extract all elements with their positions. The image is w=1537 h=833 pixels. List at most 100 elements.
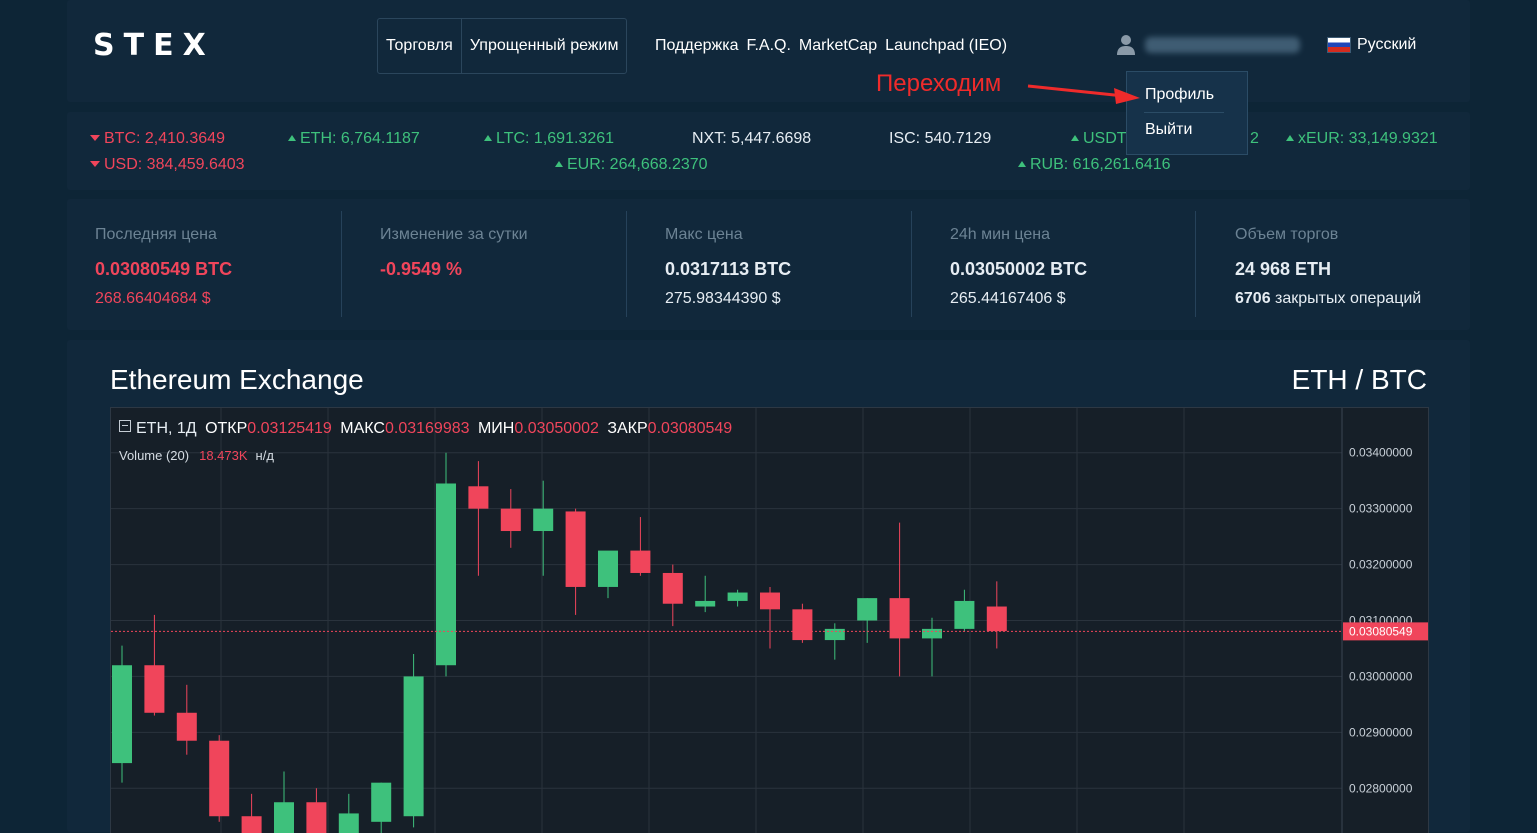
price-axis-tick-label: 0.03200000 [1349, 558, 1413, 572]
candle-body [371, 782, 392, 822]
price-axis-tick-label: 0.02900000 [1349, 725, 1413, 739]
nav-simplified-mode[interactable]: Упрощенный режим [460, 19, 627, 73]
candle-body [176, 712, 197, 741]
ticker-btc[interactable]: BTC: 2,410.3649 [90, 130, 225, 148]
stat-subvalue: 268.66404684 $ [95, 290, 211, 307]
candle-body [209, 740, 230, 817]
volume-legend: Volume (20) 18.473K н/д [119, 448, 274, 463]
stat-value: 0.03080549 BTC [95, 259, 233, 279]
candlestick-chart[interactable]: ETH, 1Д ОТКР0.03125419 МАКС0.03169983 МИ… [110, 407, 1429, 833]
ticker-usd[interactable]: USD: 384,459.6403 [90, 156, 245, 174]
candle-body [403, 676, 424, 817]
arrow-down-icon [90, 135, 100, 141]
stat-divider [341, 211, 342, 317]
currency-ticker: BTC: 2,410.3649 USD: 384,459.6403 ETH: 6… [67, 112, 1470, 190]
nav-launchpad[interactable]: Launchpad (IEO) [885, 18, 1007, 74]
stat-label: Последняя цена [95, 226, 217, 243]
candle-body [630, 550, 651, 573]
ticker-isc[interactable]: ISC: 540.7129 [889, 130, 991, 148]
russian-flag-icon [1327, 37, 1351, 53]
stat-value: -0.9549 % [380, 259, 463, 279]
candle-body [338, 813, 359, 833]
open-value: 0.03125419 [247, 420, 332, 437]
candle-body [889, 598, 910, 639]
stat-label: 24h мин цена [950, 226, 1050, 243]
price-axis-tick-label: 0.02800000 [1349, 781, 1413, 795]
close-label: ЗАКР [607, 420, 648, 437]
candle-body [695, 600, 716, 607]
candle-body [954, 600, 975, 629]
nav-links: Поддержка F.A.Q. MarketCap Launchpad (IE… [655, 18, 1015, 74]
price-axis-tick-label: 0.03300000 [1349, 502, 1413, 516]
nav-faq[interactable]: F.A.Q. [746, 18, 790, 74]
stat-max-price: Макс цена 0.0317113 BTC 275.98344390 $ [637, 199, 911, 330]
panel-title: Ethereum Exchange [110, 364, 364, 395]
collapse-legend-icon[interactable] [119, 420, 131, 432]
candle-body [274, 802, 294, 833]
candle-body [824, 628, 845, 641]
candle-body [598, 550, 618, 587]
ticker-usdt[interactable]: USDT [1071, 130, 1127, 148]
annotation-label: Переходим [876, 70, 1002, 97]
ticker-xeur[interactable]: xEUR: 33,149.9321 [1286, 130, 1438, 148]
volume-value: 18.473K [199, 448, 248, 463]
stat-min-price: 24h мин цена 0.03050002 BTC 265.44167406… [922, 199, 1196, 330]
stat-subvalue: 275.98344390 $ [665, 290, 781, 307]
arrow-up-icon [1018, 161, 1026, 167]
ticker-usd-text: USD: 384,459.6403 [104, 156, 245, 173]
arrow-up-icon [1286, 135, 1294, 141]
user-icon[interactable] [1116, 34, 1136, 56]
ticker-eth[interactable]: ETH: 6,764.1187 [288, 130, 420, 148]
top-navigation-bar: STEX Торговля Упрощенный режим Поддержка… [67, 0, 1470, 102]
candle-body [662, 572, 683, 604]
stat-divider [911, 211, 912, 317]
user-email-blurred[interactable] [1145, 37, 1300, 53]
candle-body [306, 802, 327, 833]
ticker-nxt[interactable]: NXT: 5,447.6698 [692, 130, 811, 148]
candle-body [436, 483, 456, 666]
candle-body [533, 508, 554, 532]
menu-item-logout[interactable]: Выйти [1145, 121, 1192, 139]
user-dropdown-menu: Профиль Выйти [1126, 71, 1248, 155]
ticker-btc-text: BTC: 2,410.3649 [104, 130, 225, 147]
stat-last-price: Последняя цена 0.03080549 BTC 268.664046… [67, 199, 341, 330]
ticker-eth-text: ETH: 6,764.1187 [300, 130, 420, 147]
candle-body [112, 665, 132, 764]
last-price-label: 0.03080549 [1349, 624, 1413, 638]
stex-logo[interactable]: STEX [93, 28, 215, 63]
nav-marketcap[interactable]: MarketCap [799, 18, 877, 74]
menu-divider [1144, 112, 1224, 113]
menu-item-profile[interactable]: Профиль [1145, 86, 1214, 104]
candle-body [500, 508, 521, 532]
nav-trading[interactable]: Торговля [378, 19, 461, 73]
ticker-usdt-text: USDT [1083, 130, 1127, 147]
arrow-up-icon [288, 135, 296, 141]
stat-subvalue: 265.44167406 $ [950, 290, 1066, 307]
low-label: МИН [477, 420, 515, 437]
close-value: 0.03080549 [647, 420, 733, 437]
candle-body [922, 628, 942, 639]
ticker-eur[interactable]: EUR: 264,668.2370 [555, 156, 708, 174]
high-label: МАКС [340, 420, 385, 437]
stat-label: Макс цена [665, 226, 743, 243]
ticker-rub-text: RUB: 616,261.6416 [1030, 156, 1171, 173]
stat-value: 0.03050002 BTC [950, 259, 1088, 279]
candle-body [144, 665, 165, 713]
language-selector[interactable]: Русский [1327, 36, 1416, 54]
candle-body [565, 511, 586, 587]
arrow-up-icon [555, 161, 563, 167]
ticker-eur-text: EUR: 264,668.2370 [567, 156, 708, 173]
stat-subvalue: 6706 закрытых операций [1235, 290, 1421, 308]
chart-panel: Ethereum Exchange ETH / BTC ETH, 1Д ОТКР… [67, 340, 1470, 833]
stat-trade-volume: Объем торгов 24 968 ETH 6706 закрытых оп… [1207, 199, 1470, 330]
stat-divider [1195, 211, 1196, 317]
stat-value: 0.0317113 BTC [665, 259, 792, 279]
ticker-rub[interactable]: RUB: 616,261.6416 [1018, 156, 1171, 174]
ticker-ltc[interactable]: LTC: 1,691.3261 [484, 130, 614, 148]
volume-na: н/д [255, 448, 274, 463]
stat-label: Изменение за сутки [380, 226, 528, 243]
candle-body [986, 606, 1007, 632]
low-value: 0.03050002 [514, 420, 599, 437]
chart-symbol: ETH, 1Д [136, 420, 197, 437]
nav-support[interactable]: Поддержка [655, 18, 738, 74]
